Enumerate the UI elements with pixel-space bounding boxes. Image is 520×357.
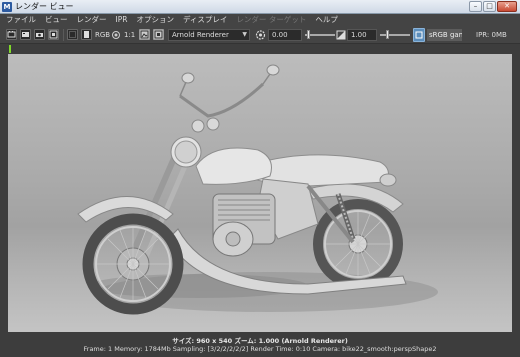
motorcycle-render-image [77, 64, 438, 315]
menu-view[interactable]: ビュー [45, 14, 68, 26]
snapshot-view-icon[interactable] [139, 29, 150, 40]
maximize-button[interactable]: □ [483, 1, 496, 12]
region-icon[interactable] [67, 29, 78, 40]
menu-display[interactable]: ディスプレイ [183, 14, 227, 26]
menu-render-targets: レンダー ターゲット [236, 15, 307, 24]
render-viewport[interactable] [8, 54, 512, 332]
gamma-field[interactable]: 1.00 [347, 29, 377, 41]
color-manage-icon[interactable] [413, 28, 425, 42]
ipr-memory-status: IPR: 0MB [476, 31, 507, 39]
exposure-icon[interactable] [255, 29, 266, 41]
ipr-icon[interactable] [20, 29, 31, 40]
render-size-info: サイズ: 960 x 540 ズーム: 1.000 (Arnold Render… [172, 337, 348, 345]
exposure-slider-handle[interactable] [307, 30, 310, 39]
window-title: レンダー ビュー [15, 2, 74, 11]
render-toolbar: RGB 1:1 Arnold Renderer ▼ 0.00 1.00 sRGB… [0, 26, 520, 44]
maya-app-icon: M [2, 2, 12, 12]
color-space-field[interactable]: sRGB gamma [427, 29, 462, 41]
minimize-button[interactable]: – [469, 1, 482, 12]
menu-help[interactable]: ヘルプ [315, 14, 338, 26]
gamma-slider-handle[interactable] [386, 30, 389, 39]
close-button[interactable]: ✕ [497, 1, 517, 12]
renderer-dropdown[interactable]: Arnold Renderer ▼ [168, 29, 250, 41]
menu-ipr[interactable]: IPR [116, 14, 128, 26]
menu-file[interactable]: ファイル [6, 14, 36, 26]
alpha-icon[interactable] [111, 29, 121, 41]
menu-bar: ファイル ビュー レンダー IPR オプション ディスプレイ レンダー ターゲッ… [0, 14, 520, 26]
menu-render[interactable]: レンダー [77, 14, 107, 26]
real-size-button[interactable]: 1:1 [124, 29, 135, 41]
rgb-channel-button[interactable]: RGB [95, 29, 110, 41]
image-plane-icon[interactable] [153, 29, 164, 40]
gamma-slider[interactable] [380, 34, 410, 36]
refresh-icon[interactable] [48, 29, 59, 40]
window-controls: – □ ✕ [469, 1, 517, 12]
render-stats-info: Frame: 1 Memory: 1784Mb Sampling: [3/2/2… [83, 345, 437, 353]
render-icon[interactable] [6, 29, 17, 40]
render-progress-indicator [9, 45, 11, 53]
title-bar: M レンダー ビュー – □ ✕ [0, 0, 520, 14]
chevron-down-icon: ▼ [242, 31, 247, 38]
snapshot-icon[interactable] [34, 29, 45, 40]
menu-options[interactable]: オプション [136, 14, 174, 26]
renderer-dropdown-value: Arnold Renderer [172, 31, 229, 39]
keep-image-icon[interactable] [81, 29, 92, 40]
exposure-field[interactable]: 0.00 [268, 29, 302, 41]
gamma-icon[interactable] [336, 29, 346, 41]
